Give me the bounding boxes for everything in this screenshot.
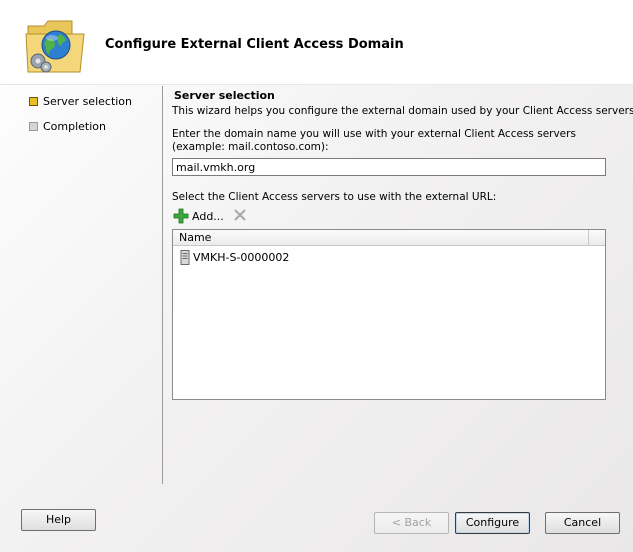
list-item[interactable]: VMKH-S-0000002 — [180, 249, 289, 265]
active-step-indicator — [29, 96, 38, 106]
globe-folder-gear-icon — [25, 20, 85, 73]
help-button[interactable]: Help — [21, 509, 96, 531]
server-icon — [180, 249, 190, 265]
server-list[interactable]: Name VMKH-S-0000002 — [172, 229, 606, 400]
column-header-filler — [589, 230, 605, 246]
add-server-label: Add... — [192, 209, 224, 223]
page-title: Configure External Client Access Domain — [105, 37, 404, 52]
wizard-header: Configure External Client Access Domain — [0, 0, 633, 84]
step-label: Server selection — [43, 94, 133, 108]
step-completion: Completion — [29, 119, 106, 133]
step-server-selection: Server selection — [29, 94, 132, 108]
domain-prompt: Enter the domain name you will use with … — [172, 128, 576, 153]
servers-label: Select the Client Access servers to use … — [172, 191, 497, 203]
add-server-button[interactable]: Add... — [173, 207, 224, 225]
column-header-name[interactable]: Name — [173, 230, 589, 246]
back-button[interactable]: < Back — [374, 512, 449, 534]
server-name: VMKH-S-0000002 — [193, 250, 290, 264]
configure-button[interactable]: Configure — [455, 512, 530, 534]
inactive-step-indicator — [29, 121, 38, 131]
section-title: Server selection — [174, 89, 275, 102]
description-text: This wizard helps you configure the exte… — [172, 105, 633, 117]
cancel-button[interactable]: Cancel — [545, 512, 620, 534]
domain-name-input[interactable] — [172, 158, 606, 176]
remove-x-icon[interactable] — [232, 207, 248, 223]
green-plus-icon — [173, 208, 189, 224]
vertical-divider — [162, 86, 163, 484]
step-label: Completion — [43, 119, 107, 133]
header-divider — [0, 84, 633, 85]
